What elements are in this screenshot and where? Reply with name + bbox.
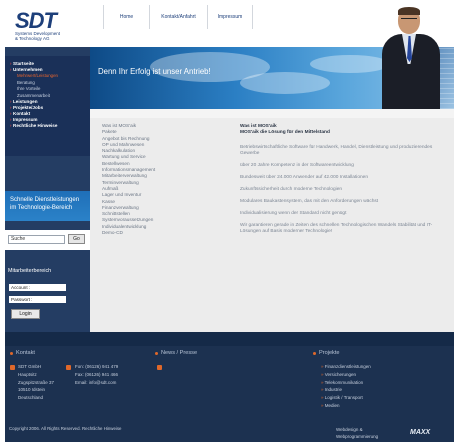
footer-projekte-heading[interactable]: Projekte [313,350,453,356]
footer-address: SDT GmbH Hauptsitz Zugspitzstraße 37 105… [18,363,54,402]
top-navigation: Home Kontakt/Anfahrt Impressum [103,5,253,29]
copyright-text: Copyright 2006. All Rights Reserved. Rec… [9,426,122,431]
projekte-link[interactable]: Versicherungen [321,371,371,379]
footer-heading-label: News / Presse [161,350,198,356]
webdesign-credit[interactable]: Webdesign & Webprogrammierung [336,426,378,440]
article-title-2: MOS'aik die Lösung für den Mittelstand [240,130,330,135]
hair-shape [398,7,420,15]
cloud-shape [310,55,390,73]
hero-slogan: Denn Ihr Erfolg ist unser Antrieb! [98,67,211,76]
glasses-shape [401,18,417,22]
footer: Kontakt SDT GmbH Hauptsitz Zugspitzstraß… [5,346,454,442]
sidebar-item-label: Kontakt [13,111,31,116]
cloud-shape [240,72,330,94]
businessman-photo [382,7,440,109]
footer-heading-label: Kontakt [16,350,35,356]
projekte-link[interactable]: Industrie [321,386,371,394]
footer-heading-label: Projekte [319,350,340,356]
agency-logo[interactable]: MAXX [410,429,430,436]
address-line: Hauptsitz [18,371,37,377]
menu-item[interactable]: Demo-CD [102,230,202,236]
address-line: SDT GmbH [18,364,42,369]
sidebar-item-label: Leistungen [13,99,38,104]
logo-subtitle-2: & Technology AG [15,36,50,41]
sidebar-item-label: Startseite [13,61,34,66]
sidebar-item-label: Unternehmen [13,67,43,72]
fax-line: Fax: (06126) 941 466 [75,371,119,377]
home-icon [10,365,15,370]
main-content: Was ist MOS'aik Pakete Angebot bis Rechn… [90,109,454,332]
news-icon [157,365,162,370]
nav-kontakt-anfahrt[interactable]: Kontakt/Anfahrt [149,5,207,29]
bullet-icon [155,351,158,355]
email-line[interactable]: Email: info@sdt.com [75,379,118,387]
sidebar-item-label: Impressum [13,117,38,122]
company-logo[interactable]: SDT Systems Development & Technology AG [15,8,95,45]
search-input[interactable]: Suche [8,235,65,244]
article-paragraph: Modulares Baukastensystem, das mit den A… [240,199,379,204]
projekte-link[interactable]: Logistik / Transport [321,394,371,402]
footer-news-heading[interactable]: News / Presse [155,350,305,356]
sidebar-item-label: Projekte/Jobs [13,105,44,110]
projekte-link[interactable]: Medien [321,402,371,410]
article-paragraph: Zukunftssicherheit durch moderne Technol… [240,187,343,192]
article-paragraph: Individualisierung wenn der Standard nic… [240,211,347,216]
article-paragraph: Betriebswirtschaftliche Software für Han… [240,145,433,156]
promo-box[interactable]: Schnelle Dienstleistungen im Technologie… [5,191,90,221]
promo-line-1: Schnelle Dienstleistungen [10,197,80,203]
footer-kontakt-heading: Kontakt [10,350,150,356]
bullet-icon [313,351,316,355]
password-field[interactable]: Passwort : [9,296,66,303]
search-go-button[interactable]: Go [68,234,85,244]
sidebar-item-label: Rechtliche Hinweise [13,123,58,128]
footer-kontakt: Kontakt SDT GmbH Hauptsitz Zugspitzstraß… [10,350,150,400]
footer-projekte: Projekte Finanzdienstleistungen Versiche… [313,350,453,408]
phone-icon [66,365,71,370]
promo-line-2: im Technologie-Bereich [10,205,73,211]
address-line: Zugspitzstraße 37 [18,379,55,385]
account-field[interactable]: Account : [9,284,66,291]
article-paragraph: über 20 Jahre Kompetenz in der Softwaree… [240,163,354,168]
login-title: Mitarbeiterbereich [8,268,52,274]
projekte-link[interactable]: Finanzdienstleistungen [321,363,371,371]
webdesign-line-2: Webprogrammierung [336,434,379,439]
nav-impressum[interactable]: Impressum [207,5,253,29]
bullet-icon [10,351,13,355]
login-button[interactable]: Login [11,309,40,319]
address-line: Deutschland [18,395,44,401]
projekte-list: Finanzdienstleistungen Versicherungen Te… [321,363,371,410]
left-sidebar: ›Startseite ›Unternehmen Mehrwert/Leistu… [5,47,90,332]
sidebar-item-rechtliches[interactable]: ›Rechtliche Hinweise [10,123,90,129]
content-top-bar [90,109,454,118]
article: Was ist MOS'aik MOS'aik die Lösung für d… [240,124,440,235]
projekte-link[interactable]: Telekommunikation [321,379,371,387]
phone-line: Fon: (06126) 941 479 [75,364,119,369]
webdesign-line-1: Webdesign & [336,427,363,432]
product-menu: Was ist MOS'aik Pakete Angebot bis Rechn… [102,123,202,236]
address-line: 10510 Idstein [18,387,46,393]
article-paragraph: Wir garantieren gerade in Zeiten des sch… [240,223,433,234]
left-navigation: ›Startseite ›Unternehmen Mehrwert/Leistu… [5,56,90,156]
search-box: Suche Go [5,230,90,250]
article-paragraph: Bundesweit über 24.000 Anwender auf 42.0… [240,175,369,180]
footer-news: News / Presse [155,350,305,370]
nav-home[interactable]: Home [103,5,149,29]
logo-wordmark: SDT [15,8,57,33]
footer-top-bar [5,332,454,346]
login-box: Mitarbeiterbereich Account : Passwort : … [5,264,90,330]
footer-contact-numbers: Fon: (06126) 941 479 Fax: (06126) 941 46… [75,363,118,386]
